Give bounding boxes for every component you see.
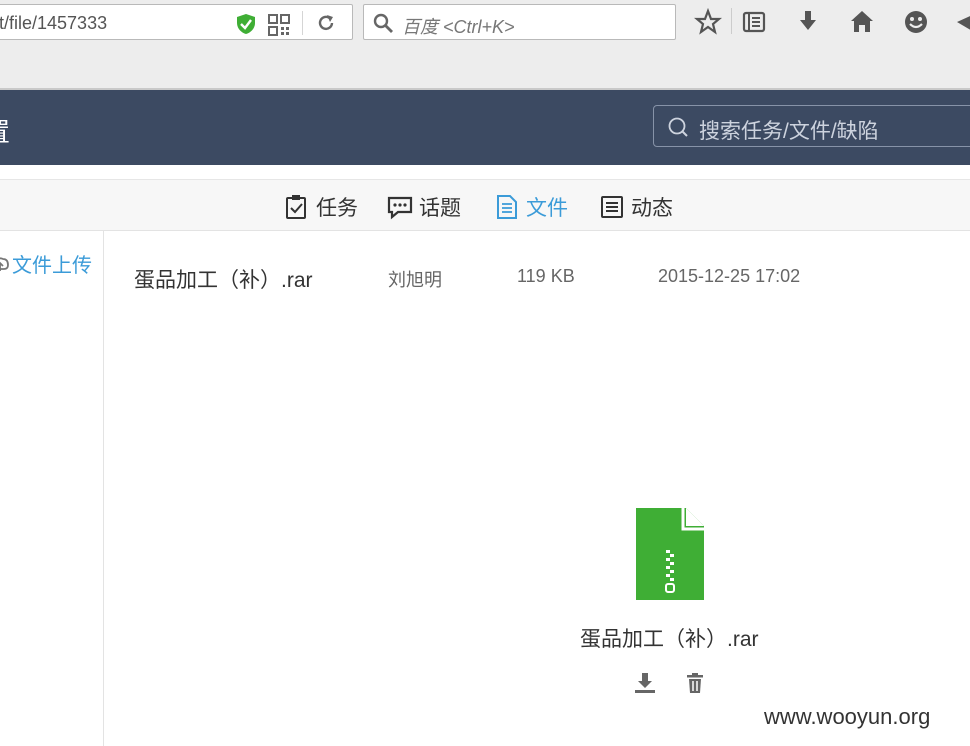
tab-topics[interactable]: 话题: [387, 192, 461, 222]
search-icon: [668, 117, 688, 137]
file-icon: [497, 195, 517, 219]
reading-list-icon[interactable]: [740, 8, 768, 36]
upload-icon: [0, 256, 9, 271]
global-search-placeholder: 搜索任务/文件/缺陷: [699, 120, 879, 143]
topic-icon: [387, 196, 413, 220]
page-title: 置: [0, 112, 10, 149]
project-tabs: 任务 话题 文件 动态: [0, 179, 970, 231]
download-icon[interactable]: [633, 671, 657, 695]
qr-code-icon[interactable]: [268, 14, 290, 36]
tab-files[interactable]: 文件: [494, 192, 568, 222]
tab-activity[interactable]: 动态: [599, 192, 673, 222]
watermark: www.wooyun.org: [764, 704, 931, 729]
tab-label: 话题: [419, 197, 461, 220]
file-upload-link[interactable]: 文件上传: [0, 249, 92, 278]
task-icon: [286, 195, 306, 219]
browser-search-placeholder: 百度 <Ctrl+K>: [402, 17, 515, 37]
app-header: 置 搜索任务/文件/缺陷: [0, 90, 970, 165]
download-icon[interactable]: [794, 8, 822, 36]
star-icon[interactable]: [694, 8, 722, 36]
file-size: 119 KB: [517, 266, 575, 286]
sidebar: 文件上传: [0, 231, 104, 746]
tab-label: 文件: [526, 197, 568, 220]
tab-label: 动态: [631, 197, 673, 220]
file-date: 2015-12-25 17:02: [658, 266, 801, 286]
delete-icon[interactable]: [683, 671, 707, 695]
file-upload-label: 文件上传: [12, 255, 92, 277]
shield-icon[interactable]: [235, 13, 257, 35]
browser-search-box[interactable]: 百度 <Ctrl+K>: [363, 4, 676, 40]
file-name[interactable]: 蛋品加工（补）.rar: [134, 264, 313, 294]
search-icon: [373, 13, 393, 33]
smiley-icon[interactable]: [902, 8, 930, 36]
tab-tasks[interactable]: 任务: [284, 192, 358, 222]
reload-icon[interactable]: [315, 12, 337, 34]
zip-file-icon: [636, 508, 704, 600]
url-bar[interactable]: t/file/1457333: [0, 4, 353, 40]
preview-file-name: 蛋品加工（补）.rar: [580, 628, 759, 651]
url-divider: [302, 11, 303, 35]
tab-label: 任务: [316, 197, 358, 220]
send-icon[interactable]: [954, 8, 970, 36]
file-list-row[interactable]: 蛋品加工（补）.rar 刘旭明 119 KB 2015-12-25 17:02: [104, 258, 970, 298]
home-icon[interactable]: [848, 8, 876, 36]
activity-icon: [601, 196, 623, 218]
file-uploader: 刘旭明: [388, 270, 442, 290]
global-search-input[interactable]: 搜索任务/文件/缺陷: [653, 105, 970, 147]
url-text[interactable]: t/file/1457333: [0, 13, 107, 34]
toolbar-divider: [731, 8, 732, 34]
browser-toolbar: t/file/1457333 百度 <Ctrl+K>: [0, 0, 970, 88]
